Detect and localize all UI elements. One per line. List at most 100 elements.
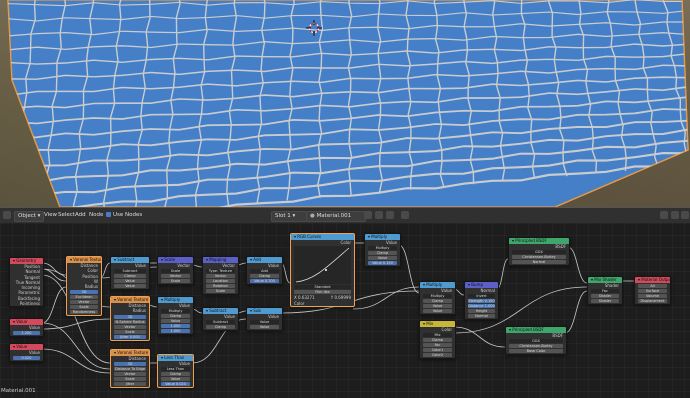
node-value1[interactable]: ▾ Value Value 1.200 (9, 318, 44, 338)
node-scale[interactable]: ▾ Scale Vector Scale Vector Scale (157, 256, 194, 286)
curve-graph[interactable] (294, 246, 351, 285)
node-less[interactable]: ▾ Less Than Value Less Than Clamp Value Value… (157, 354, 194, 389)
node-field[interactable]: Multiply (423, 294, 452, 299)
node-voronoi2[interactable]: ▾ Voronoi Texture Distance Radius 3D N-Spher… (110, 296, 150, 341)
node-field[interactable]: Value (250, 325, 279, 330)
node-field[interactable]: Color1 (423, 348, 452, 353)
node-field[interactable]: Value 0.020 (161, 382, 190, 387)
node-field[interactable]: Location (206, 279, 235, 284)
node-bsdf2[interactable]: ▾ Principled BSDF BSDF GGX Christensen-Burl… (505, 326, 567, 356)
node-field[interactable]: Shader (591, 299, 619, 304)
node-field[interactable]: Invert (468, 294, 495, 299)
node-field[interactable]: Vector (114, 372, 146, 377)
node-field[interactable]: 1.000 (161, 324, 190, 329)
node-field[interactable]: GGX (509, 339, 563, 344)
node-field[interactable]: Christensen-Burley (509, 344, 563, 349)
node-field[interactable]: Base Color (509, 349, 563, 354)
node-field[interactable]: Clamp (250, 274, 279, 279)
node-field[interactable]: Value (250, 320, 279, 325)
node-field[interactable]: Multiply (161, 309, 190, 314)
tiled-plane[interactable] (0, 0, 690, 207)
node-field[interactable]: Christensen-Burley (512, 255, 566, 260)
node-bsdf1[interactable]: ▾ Principled BSDF BSDF GGX Christensen-Burl… (508, 237, 570, 267)
node-field[interactable]: 3D (114, 362, 146, 367)
value-field[interactable]: 0.020 (13, 356, 40, 361)
node-field[interactable]: Value (423, 304, 452, 309)
node-field[interactable]: Add (250, 269, 279, 274)
node-voronoi1[interactable]: ▾ Voronoi Texture Distance Color Position W R… (66, 256, 102, 317)
node-field[interactable]: Fac (591, 289, 619, 294)
pin-icon[interactable] (401, 211, 409, 219)
node-field[interactable]: Strength 0.150 (468, 299, 495, 304)
node-field[interactable]: Value (114, 284, 146, 289)
node-field[interactable]: Height (468, 309, 495, 314)
node-field[interactable]: Subtract (114, 269, 146, 274)
node-field[interactable]: Film like (294, 290, 351, 295)
node-field[interactable]: Normal (512, 260, 566, 265)
node-field[interactable]: Scale (70, 305, 98, 310)
node-field[interactable]: Clamp (161, 372, 190, 377)
fake-user-icon[interactable] (364, 211, 372, 219)
slot-dropdown[interactable]: Slot 1 ▾ (271, 211, 307, 222)
menu-add[interactable]: Add (75, 211, 86, 220)
node-field[interactable]: Value (423, 309, 452, 314)
node-field[interactable]: Scale (206, 289, 235, 294)
node-field[interactable]: Jitter 0.000 (114, 334, 146, 339)
node-title[interactable]: ▾ Material Output (635, 277, 670, 283)
node-field[interactable]: Shader (591, 294, 619, 299)
node-field[interactable]: Fac (423, 343, 452, 348)
node-voronoi3[interactable]: ▾ Voronoi Texture Distance 3D Distance To E… (110, 349, 150, 389)
close-icon[interactable] (386, 211, 394, 219)
curve-line[interactable] (294, 246, 351, 284)
duplicate-icon[interactable] (375, 211, 383, 219)
node-mixshader[interactable]: ▾ Mix Shader Shader Fac Shader Shader (587, 276, 623, 306)
menu-select[interactable]: Select (58, 211, 75, 220)
node-field[interactable]: Surface (638, 289, 667, 293)
node-value2[interactable]: ▾ Value Value 0.020 (9, 343, 44, 363)
node-field[interactable]: Clamp (423, 338, 452, 343)
node-field[interactable]: Standard (294, 285, 351, 290)
node-field[interactable]: Clamp (114, 274, 146, 279)
node-field[interactable]: 3D (114, 314, 146, 319)
node-field[interactable]: Euclidean (70, 295, 98, 300)
node-editor-canvas[interactable]: ▾ Geometry Position Normal Tangent True Norm… (0, 223, 690, 398)
node-field[interactable]: Value (114, 279, 146, 284)
node-field[interactable]: Jitter (114, 382, 146, 387)
node-subtract[interactable]: ▾ Subtract Value Subtract Clamp Value Value (110, 256, 150, 291)
node-subtract2[interactable]: ▾ Subtract Value Subtract Clamp (202, 307, 239, 332)
node-field[interactable]: Vector (114, 324, 146, 329)
node-field[interactable]: Clamp (206, 325, 235, 330)
node-bump[interactable]: ▾ Bump Normal Invert Strength 0.150 Distance… (464, 281, 499, 321)
node-add1[interactable]: ▾ Add Value Add Clamp Value 0.700 (246, 256, 283, 286)
overlay-icon[interactable] (660, 211, 668, 219)
value-field[interactable]: 1.200 (13, 331, 40, 336)
node-field[interactable]: 3D (70, 290, 98, 295)
node-field[interactable]: Displacement (638, 299, 667, 303)
material-selector[interactable]: ● Material.001 (306, 211, 366, 222)
editor-type-icon[interactable] (3, 211, 11, 219)
node-field[interactable]: Multiply (368, 246, 397, 251)
node-field[interactable]: Less Than (161, 367, 190, 372)
use-nodes-toggle[interactable]: Use Nodes (106, 211, 142, 220)
node-field[interactable]: Value (161, 319, 190, 324)
node-field[interactable]: Volume (638, 294, 667, 298)
mode-dropdown[interactable]: Object ▾ (14, 211, 45, 222)
node-field[interactable]: Type: Texture (206, 269, 235, 274)
3d-viewport[interactable] (0, 0, 690, 207)
node-field[interactable]: Color2 (423, 353, 452, 358)
snap-icon[interactable] (681, 211, 689, 219)
node-field[interactable]: Distance 1.000 (468, 304, 495, 309)
node-field[interactable]: Scale (161, 279, 190, 284)
node-geometry[interactable]: ▾ Geometry Position Normal Tangent True Norm… (9, 257, 44, 308)
node-field[interactable]: Clamp (161, 314, 190, 319)
node-field[interactable]: Clamp (423, 299, 452, 304)
node-field[interactable]: Vector (206, 274, 235, 279)
gizmo-icon[interactable] (671, 211, 679, 219)
node-field[interactable]: Value 0.150 (368, 261, 397, 266)
node-field[interactable]: Rotation (206, 284, 235, 289)
node-field[interactable]: Scale (114, 329, 146, 334)
node-field[interactable]: Clamp (368, 251, 397, 256)
node-field[interactable]: Vector (70, 300, 98, 305)
node-field[interactable]: 1.000 (161, 329, 190, 334)
node-field[interactable]: N-Sphere Radius (114, 319, 146, 324)
